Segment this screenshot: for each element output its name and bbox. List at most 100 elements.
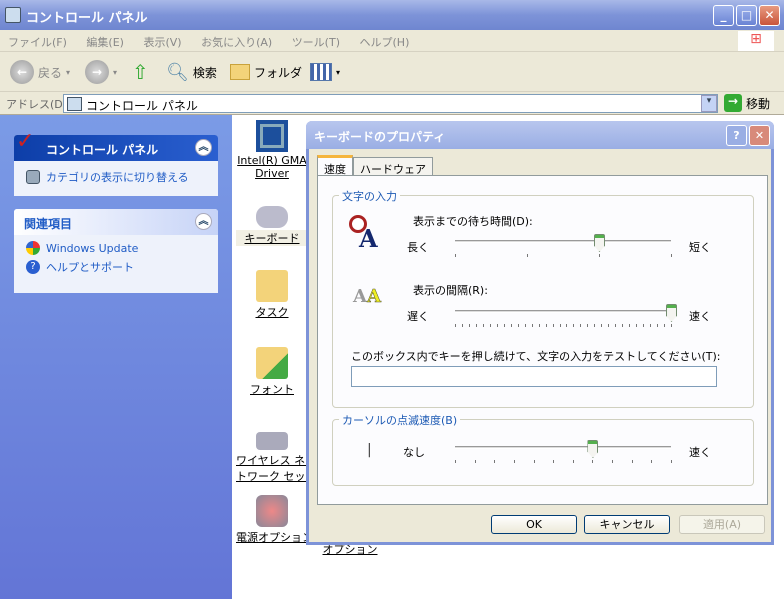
slider-track[interactable] (455, 310, 671, 313)
forward-arrow-icon: → (85, 60, 109, 84)
slider-tick (592, 460, 594, 463)
folders-button[interactable]: フォルダ (230, 60, 302, 84)
delay-label: 表示までの待ち時間(D): (413, 215, 533, 228)
slider-tick (664, 324, 666, 327)
slider-tick (671, 460, 672, 463)
control-panel-icon (5, 7, 21, 23)
link-label: Windows Update (46, 241, 139, 255)
item-wireless-network[interactable]: ワイヤレス ネッ トワーク セット... (236, 420, 327, 484)
power-options-icon (256, 495, 288, 527)
back-button[interactable]: ← 戻る ▾ (10, 60, 70, 84)
collapse-chevron-icon[interactable]: ︽ (195, 213, 212, 230)
character-repeat-group: 文字の入力 A 表示までの待ち時間(D): 長く 短く AA 表示の間隔(R):… (332, 188, 754, 408)
address-label: アドレス(D) (6, 98, 68, 111)
views-button[interactable]: ▾ (310, 60, 340, 84)
repeat-test-input[interactable] (351, 366, 717, 387)
up-folder-button[interactable]: ⇧ (132, 60, 149, 84)
window-titlebar: コントロール パネル (0, 0, 784, 30)
section-header[interactable]: 関連項目 ︽ (14, 209, 218, 235)
windows-update-link[interactable]: Windows Update (14, 235, 218, 257)
minimize-button[interactable]: _ (713, 5, 734, 26)
slider-tick (545, 324, 547, 327)
menu-tools[interactable]: ツール(T) (292, 36, 340, 49)
slider-tick (608, 324, 610, 327)
cancel-button[interactable]: キャンセル (584, 515, 670, 534)
dialog-close-button[interactable]: ✕ (749, 125, 770, 146)
slider-track[interactable] (455, 240, 671, 243)
menu-view[interactable]: 表示(V) (143, 36, 181, 49)
item-keyboard[interactable]: キーボード (236, 200, 308, 246)
tab-strip: 速度 ハードウェア (317, 155, 433, 176)
keyboard-properties-dialog: キーボードのプロパティ ? ✕ 速度 ハードウェア 文字の入力 A 表示までの待… (306, 121, 774, 545)
slider-tick (572, 460, 574, 463)
display-driver-icon (256, 120, 288, 152)
window-title: コントロール パネル (26, 11, 148, 26)
item-fonts[interactable]: フォント (236, 347, 308, 397)
slider-tick (615, 324, 617, 327)
slider-tick (474, 460, 476, 463)
slider-tick (598, 254, 600, 257)
apply-button[interactable]: 適用(A) (679, 515, 765, 534)
address-dropdown-icon[interactable]: ▾ (701, 95, 717, 112)
slider-tick (455, 460, 456, 463)
blinking-cursor-preview: | (367, 442, 372, 458)
section-title: コントロール パネル (46, 143, 159, 157)
slider-thumb[interactable] (666, 304, 677, 322)
menu-favorites[interactable]: お気に入り(A) (201, 36, 272, 49)
control-panel-icon (67, 97, 82, 111)
menu-file[interactable]: ファイル(F) (8, 36, 67, 49)
item-label: キーボード (236, 230, 308, 246)
item-power-options[interactable]: 電源オプション (236, 495, 313, 545)
slider-track[interactable] (455, 446, 671, 449)
switch-to-category-link[interactable]: カテゴリの表示に切り替える (14, 161, 218, 187)
slider-thumb[interactable] (587, 440, 599, 458)
slider-tick (594, 324, 596, 327)
menu-edit[interactable]: 編集(E) (86, 36, 124, 49)
slider-tick (533, 460, 535, 463)
slider-tick (552, 324, 554, 327)
speed-tab-panel: 文字の入力 A 表示までの待ち時間(D): 長く 短く AA 表示の間隔(R):… (317, 175, 768, 505)
forward-button[interactable]: → ▾ (85, 60, 117, 84)
tab-speed[interactable]: 速度 (317, 155, 353, 176)
item-intel-gma[interactable]: Intel(R) GMA Driver (236, 120, 308, 180)
help-support-link[interactable]: ? ヘルプとサポート (14, 257, 218, 277)
up-folder-icon: ⇧ (132, 60, 149, 84)
slider-tick (510, 324, 512, 327)
repeat-delay-slider[interactable] (455, 234, 672, 258)
slider-tick (629, 324, 631, 327)
toolbar: ← 戻る ▾ → ▾ ⇧ 🔍︎ 検索 フォルダ ▾ (0, 52, 784, 92)
go-button[interactable]: → 移動 (724, 94, 770, 112)
repeat-rate-icon: AA (353, 286, 381, 308)
slider-tick (631, 460, 633, 463)
delay-min-label: 長く (407, 241, 429, 254)
help-icon: ? (26, 260, 40, 274)
slider-thumb[interactable] (593, 234, 605, 252)
slider-tick (657, 324, 659, 327)
item-tasks[interactable]: タスク (236, 270, 308, 320)
search-label: 検索 (192, 65, 217, 80)
slider-tick (650, 324, 652, 327)
search-button[interactable]: 🔍︎ 検索 (166, 60, 217, 84)
menu-help[interactable]: ヘルプ(H) (360, 36, 410, 49)
group-title: 文字の入力 (339, 188, 400, 204)
help-button[interactable]: ? (726, 125, 747, 146)
slider-tick (489, 324, 491, 327)
control-panel-check-icon: ✓ (16, 129, 35, 154)
slider-tick (553, 460, 555, 463)
back-label: 戻る (38, 65, 63, 80)
section-header[interactable]: ✓ コントロール パネル ︽ (14, 129, 218, 161)
repeat-rate-slider[interactable] (455, 304, 677, 328)
slider-tick (538, 324, 540, 327)
ok-button[interactable]: OK (491, 515, 577, 534)
slider-tick (513, 460, 515, 463)
views-icon (310, 63, 332, 81)
address-input[interactable]: コントロール パネル (63, 94, 718, 113)
tab-hardware[interactable]: ハードウェア (353, 157, 433, 176)
close-button[interactable]: ✕ (759, 5, 780, 26)
cursor-blink-slider[interactable] (455, 440, 672, 464)
maximize-button[interactable]: □ (736, 5, 757, 26)
folders-label: フォルダ (254, 65, 303, 80)
collapse-chevron-icon[interactable]: ︽ (195, 139, 212, 156)
slider-tick (468, 324, 470, 327)
slider-tick (517, 324, 519, 327)
